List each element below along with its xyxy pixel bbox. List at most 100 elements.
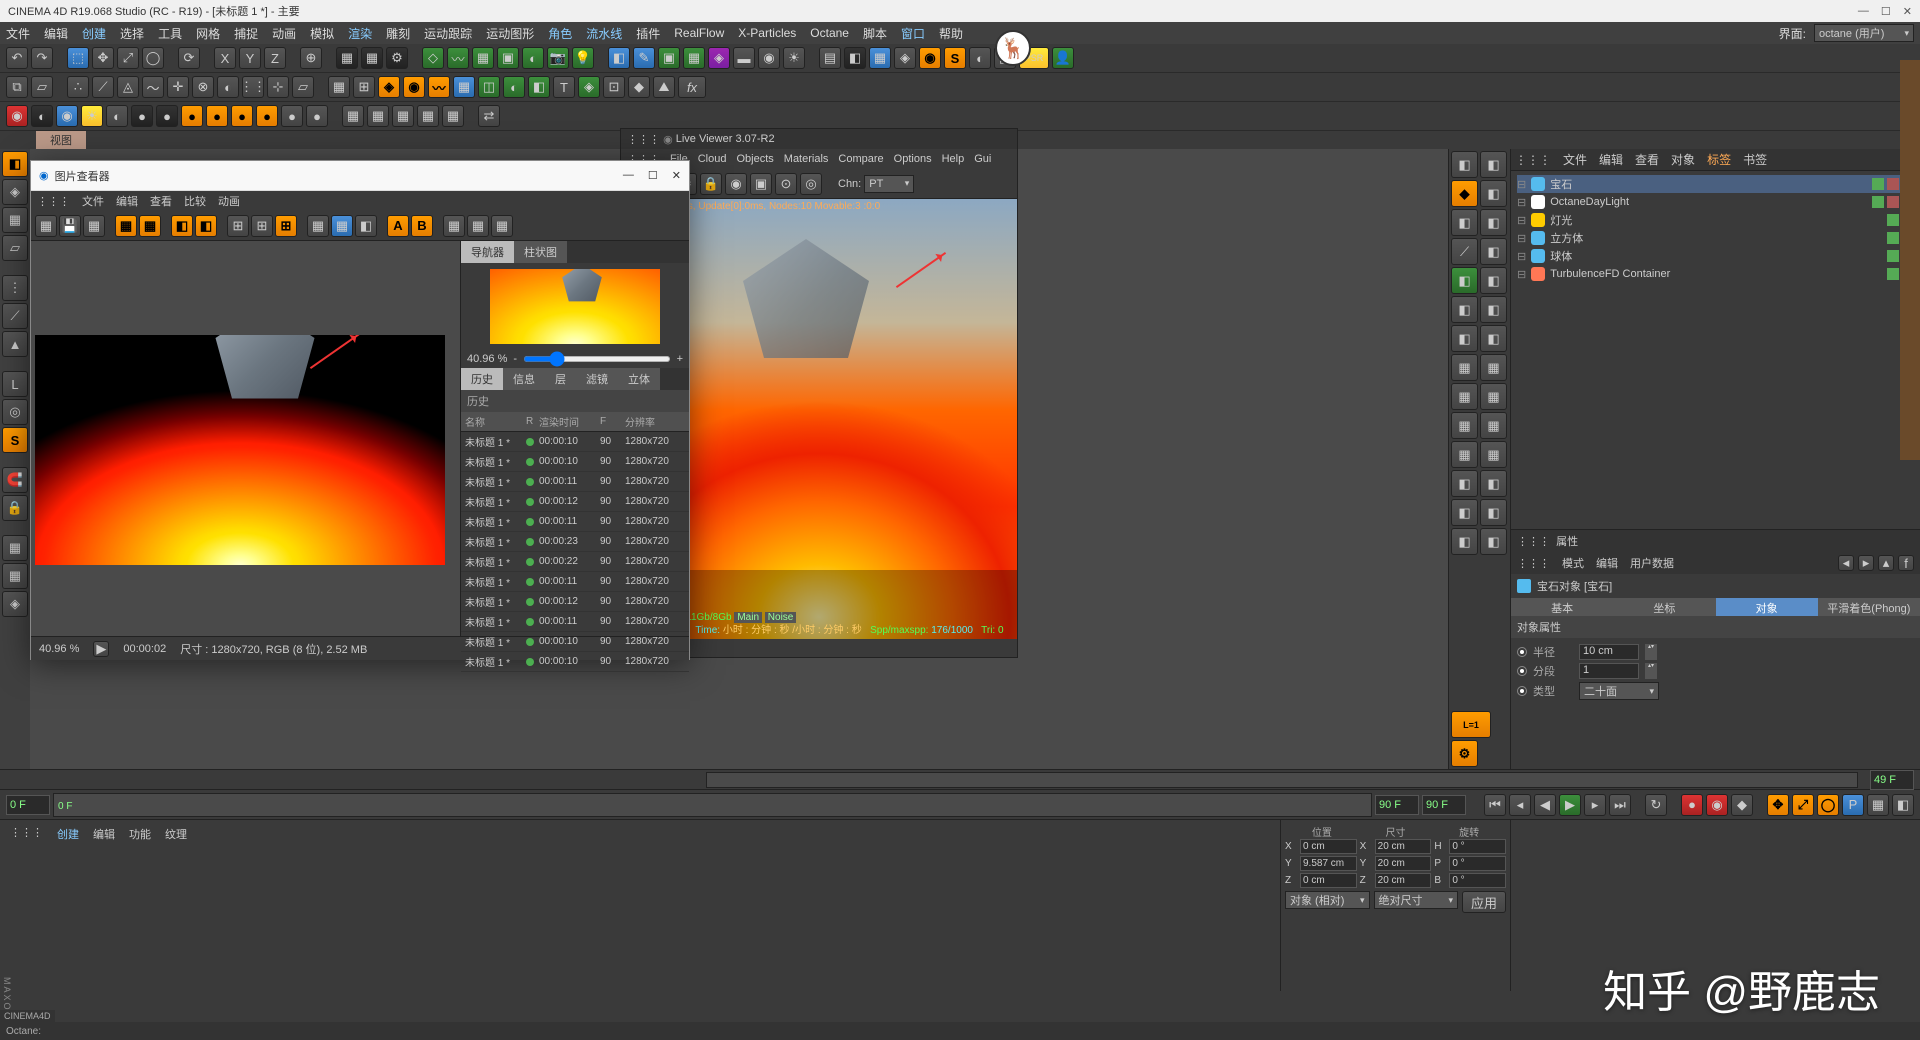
sweep-icon[interactable]: ◈ bbox=[578, 76, 600, 98]
view-tab[interactable]: 视图 bbox=[36, 131, 86, 149]
pv-minimize-icon[interactable]: — bbox=[623, 169, 634, 182]
menu-item[interactable]: X-Particles bbox=[738, 26, 796, 40]
obj-tab[interactable]: ⋮⋮⋮ bbox=[1515, 153, 1551, 167]
frame-end2[interactable]: 90 F bbox=[1422, 795, 1466, 815]
key-param-icon[interactable]: P bbox=[1842, 794, 1864, 816]
pv-hist-tab[interactable]: 层 bbox=[545, 368, 576, 390]
octane-mat7-icon[interactable]: ● bbox=[281, 105, 303, 127]
key-pla-icon[interactable]: ▦ bbox=[1867, 794, 1889, 816]
bend-icon[interactable]: ◈ bbox=[708, 47, 730, 69]
menu-item[interactable]: 动画 bbox=[272, 25, 296, 42]
menu-item[interactable]: Octane bbox=[810, 26, 849, 40]
object-row[interactable]: ⊟OctaneDayLight bbox=[1517, 193, 1914, 211]
pv-hist-tab[interactable]: 滤镜 bbox=[576, 368, 618, 390]
snap-poly-icon[interactable]: ◬ bbox=[117, 76, 139, 98]
menu-item[interactable]: 编辑 bbox=[44, 25, 68, 42]
render-settings-icon[interactable]: ⚙ bbox=[386, 47, 408, 69]
lv-menu-item[interactable]: Cloud bbox=[698, 153, 727, 165]
pv-history-row[interactable]: 未标题 1 *00:00:12901280x720 bbox=[461, 492, 689, 512]
octane-mat2-icon[interactable]: ● bbox=[156, 105, 178, 127]
lv-pick-icon[interactable]: ⊙ bbox=[775, 173, 797, 195]
viewport-solo-icon[interactable]: ◎ bbox=[2, 399, 28, 425]
attr-nav-fwd-icon[interactable]: ▸ bbox=[1858, 555, 1874, 571]
coord-input[interactable] bbox=[1449, 856, 1506, 871]
axis-toggle-icon[interactable]: L bbox=[2, 371, 28, 397]
pv-tool-icon[interactable]: ▦ bbox=[139, 215, 161, 237]
spinner-icon[interactable]: ▴▾ bbox=[1645, 644, 1657, 660]
menu-item[interactable]: 渲染 bbox=[348, 25, 372, 42]
palette-icon[interactable]: ◧ bbox=[1480, 296, 1507, 323]
window-close-icon[interactable]: ✕ bbox=[1903, 5, 1912, 18]
coord-input[interactable] bbox=[1375, 839, 1432, 854]
lv-lock-icon[interactable]: 🔒 bbox=[700, 173, 722, 195]
axis-z-icon[interactable]: Z bbox=[264, 47, 286, 69]
palette-icon[interactable]: ◧ bbox=[1451, 470, 1478, 497]
palette-icon[interactable]: ▦ bbox=[1451, 354, 1478, 381]
octane-mat4-icon[interactable]: ● bbox=[206, 105, 228, 127]
pv-maximize-icon[interactable]: ☐ bbox=[648, 169, 658, 182]
segments-input[interactable]: 1 bbox=[1579, 663, 1639, 679]
snap-grid-icon[interactable]: ⋮⋮ bbox=[242, 76, 264, 98]
platonic-icon[interactable]: ◆ bbox=[628, 76, 650, 98]
palette-icon[interactable]: ◧ bbox=[1480, 209, 1507, 236]
mograph-icon[interactable]: ▦ bbox=[869, 47, 891, 69]
pv-nav-tab[interactable]: 柱状图 bbox=[514, 241, 567, 263]
obj-tab[interactable]: 编辑 bbox=[1599, 151, 1623, 168]
coord-input[interactable] bbox=[1300, 839, 1357, 854]
pv-hist-tab[interactable]: 信息 bbox=[503, 368, 545, 390]
coord-mode1[interactable]: 对象 (相对) bbox=[1285, 891, 1370, 909]
snap-edge-icon[interactable]: ⟋ bbox=[92, 76, 114, 98]
pen-tool-icon[interactable]: ✎ bbox=[633, 47, 655, 69]
content-browser-icon[interactable]: ◧ bbox=[844, 47, 866, 69]
octane-mat8-icon[interactable]: ● bbox=[306, 105, 328, 127]
layout-select[interactable]: octane (用户) bbox=[1814, 24, 1914, 42]
select-tool-icon[interactable]: ⬚ bbox=[67, 47, 89, 69]
key-pos-icon[interactable]: ✥ bbox=[1767, 794, 1789, 816]
attr-subtab[interactable]: 基本 bbox=[1511, 598, 1613, 616]
move-tool-icon[interactable]: ✥ bbox=[92, 47, 114, 69]
cloner-icon[interactable]: ⊞ bbox=[353, 76, 375, 98]
menu-item[interactable]: 角色 bbox=[548, 25, 572, 42]
menu-item[interactable]: 模拟 bbox=[310, 25, 334, 42]
palette-icon[interactable]: ◧ bbox=[1480, 499, 1507, 526]
symmetry-icon[interactable]: ◧ bbox=[528, 76, 550, 98]
generator-icon[interactable]: ▦ bbox=[472, 47, 494, 69]
lv-menu-item[interactable]: Options bbox=[894, 153, 932, 165]
octane-node1-icon[interactable]: ▦ bbox=[342, 105, 364, 127]
pv-play-icon[interactable]: ▶ bbox=[93, 641, 109, 657]
snap-workplane-icon[interactable]: ▱ bbox=[292, 76, 314, 98]
goto-start-icon[interactable]: ⏮ bbox=[1484, 794, 1506, 816]
attr-nav-back-icon[interactable]: ◂ bbox=[1838, 555, 1854, 571]
palette-icon[interactable]: ◧ bbox=[1480, 151, 1507, 178]
play-back-icon[interactable]: ◀ bbox=[1534, 794, 1556, 816]
pv-history-row[interactable]: 未标题 1 *00:00:22901280x720 bbox=[461, 552, 689, 572]
texture-mode-icon[interactable]: ▦ bbox=[2, 207, 28, 233]
xray-icon[interactable]: ▦ bbox=[2, 535, 28, 561]
menu-item[interactable]: 帮助 bbox=[939, 25, 963, 42]
palette-icon[interactable]: ▦ bbox=[1451, 383, 1478, 410]
environment-icon[interactable]: ◐ bbox=[522, 47, 544, 69]
axis-x-icon[interactable]: X bbox=[214, 47, 236, 69]
palette-icon[interactable]: ▦ bbox=[1451, 441, 1478, 468]
isoline-icon[interactable]: ▦ bbox=[2, 563, 28, 589]
octane-sun-icon[interactable]: ☀ bbox=[81, 105, 103, 127]
pv-tool-icon[interactable]: ◧ bbox=[355, 215, 377, 237]
octane-hdri-icon[interactable]: ◐ bbox=[106, 105, 128, 127]
coord-input[interactable] bbox=[1300, 873, 1357, 888]
snap-intersect-icon[interactable]: ⊗ bbox=[192, 76, 214, 98]
menu-item[interactable]: 选择 bbox=[120, 25, 144, 42]
palette-icon[interactable]: ◧ bbox=[1480, 470, 1507, 497]
record-icon[interactable]: ● bbox=[1681, 794, 1703, 816]
quantize-icon[interactable]: ▦ bbox=[328, 76, 350, 98]
attr-mode-tab[interactable]: 模式 bbox=[1562, 555, 1584, 571]
fx-icon[interactable]: fx bbox=[678, 76, 706, 98]
octane-node3-icon[interactable]: ▦ bbox=[392, 105, 414, 127]
octane-node5-icon[interactable]: ▦ bbox=[442, 105, 464, 127]
menu-item[interactable]: 工具 bbox=[158, 25, 182, 42]
pv-tool-icon[interactable]: ◧ bbox=[171, 215, 193, 237]
step-back-icon[interactable]: ◂ bbox=[1509, 794, 1531, 816]
step-fwd-icon[interactable]: ▸ bbox=[1584, 794, 1606, 816]
segments-radio[interactable] bbox=[1517, 666, 1527, 676]
menu-item[interactable]: 创建 bbox=[82, 25, 106, 42]
workplane-mode-icon[interactable]: ▱ bbox=[2, 235, 28, 261]
